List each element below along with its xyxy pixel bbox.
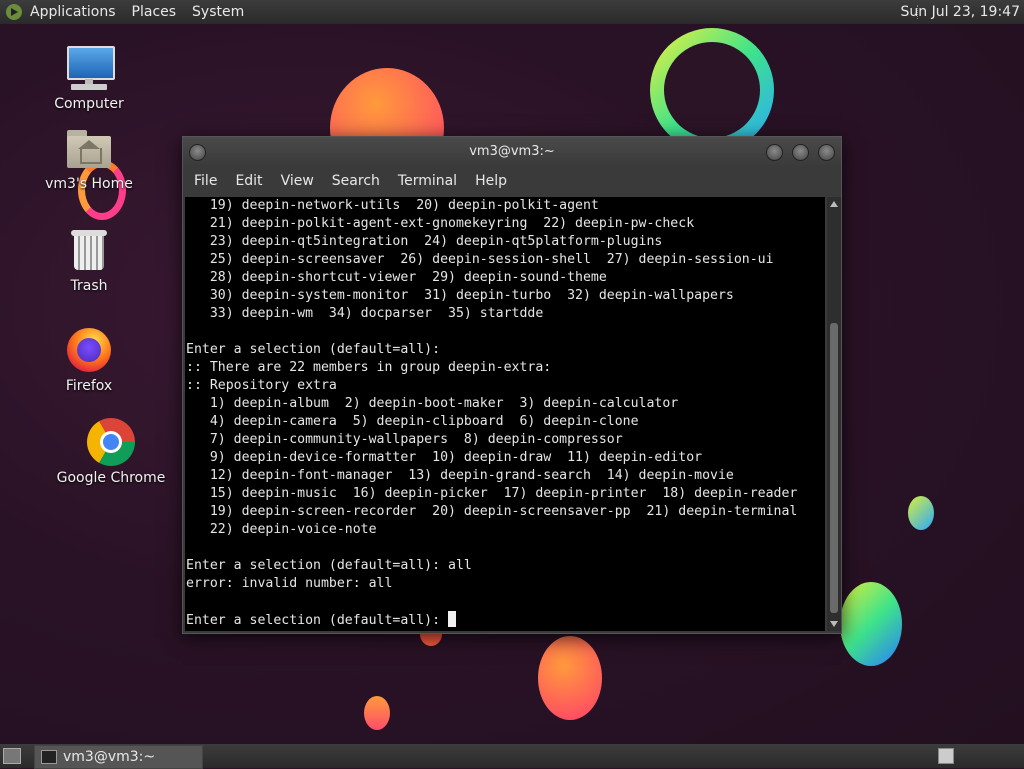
terminal-line: 1) deepin-album 2) deepin-boot-maker 3) … (186, 396, 679, 411)
wallpaper-small-blob-1 (908, 496, 934, 530)
terminal-line: 4) deepin-camera 5) deepin-clipboard 6) … (186, 414, 639, 429)
menu-edit[interactable]: Edit (226, 173, 271, 189)
terminal-line: 19) deepin-screen-recorder 20) deepin-sc… (186, 504, 798, 519)
desktop-icon-label: Computer (54, 96, 124, 112)
terminal-line: 21) deepin-polkit-agent-ext-gnomekeyring… (186, 216, 695, 231)
maximize-icon[interactable] (792, 144, 809, 161)
minimize-icon[interactable] (766, 144, 783, 161)
computer-icon (65, 44, 115, 92)
workspace-switcher[interactable] (938, 748, 954, 764)
terminal-line: 28) deepin-shortcut-viewer 29) deepin-so… (186, 270, 607, 285)
wallpaper-small-blob-2 (364, 696, 390, 730)
desktop-icon-label: vm3's Home (45, 176, 133, 192)
desktop-icon-label: Google Chrome (56, 470, 166, 486)
terminal-line: :: There are 22 members in group deepin-… (186, 360, 552, 375)
terminal-line: 7) deepin-community-wallpapers 8) deepin… (186, 432, 623, 447)
menu-view[interactable]: View (272, 173, 323, 189)
clock[interactable]: Sun Jul 23, 19:47 (901, 0, 1021, 24)
terminal-line: error: invalid number: all (186, 576, 393, 591)
terminal-line: 12) deepin-font-manager 13) deepin-grand… (186, 468, 734, 483)
terminal-line: 25) deepin-screensaver 26) deepin-sessio… (186, 252, 774, 267)
terminal-line: :: Repository extra (186, 378, 337, 393)
show-desktop-icon[interactable] (3, 748, 21, 764)
terminal-line: Enter a selection (default=all): (186, 342, 441, 357)
terminal-prompt-line[interactable]: Enter a selection (default=all): (185, 611, 825, 630)
window-titlebar[interactable]: vm3@vm3:~ (183, 137, 841, 167)
terminal-menubar: File Edit View Search Terminal Help (183, 167, 841, 195)
menu-file[interactable]: File (185, 173, 226, 189)
menu-help[interactable]: Help (466, 173, 516, 189)
terminal-scrollbar[interactable] (827, 197, 841, 631)
terminal-line: 23) deepin-qt5integration 24) deepin-qt5… (186, 234, 663, 249)
desktop-icon-chrome[interactable]: Google Chrome (56, 418, 166, 486)
desktop-icon-label: Trash (70, 278, 108, 294)
menu-search[interactable]: Search (323, 173, 389, 189)
desktop-icon-computer[interactable]: Computer (34, 44, 144, 112)
distro-logo-icon[interactable] (6, 4, 22, 20)
scroll-up-icon[interactable] (830, 201, 838, 207)
home-folder-icon (65, 128, 113, 172)
wallpaper-blue-blob (840, 582, 902, 666)
wallpaper-rainbow-ring (650, 28, 774, 152)
desktop-icon-home[interactable]: vm3's Home (34, 128, 144, 192)
places-menu[interactable]: Places (124, 0, 185, 24)
bottom-panel: vm3@vm3:~ (0, 744, 1024, 769)
scroll-down-icon[interactable] (830, 621, 838, 627)
top-panel: Applications Places System Sun Jul 23, 1… (0, 0, 1024, 24)
applications-menu[interactable]: Applications (22, 0, 124, 24)
window-title: vm3@vm3:~ (469, 144, 555, 159)
wallpaper-bottom-blob (538, 636, 602, 720)
close-icon[interactable] (818, 144, 835, 161)
terminal-prompt: Enter a selection (default=all): (186, 613, 449, 628)
terminal-lines: 19) deepin-network-utils 20) deepin-polk… (185, 197, 825, 611)
terminal-cursor (448, 611, 457, 627)
terminal-line: 30) deepin-system-monitor 31) deepin-tur… (186, 288, 734, 303)
desktop-icon-label: Firefox (65, 378, 113, 394)
terminal-line: 33) deepin-wm 34) docparser 35) startdde (186, 306, 544, 321)
terminal-line: 19) deepin-network-utils 20) deepin-polk… (186, 198, 599, 213)
scrollbar-thumb[interactable] (830, 323, 838, 613)
taskbar-button-label: vm3@vm3:~ (63, 749, 156, 765)
terminal-line: 9) deepin-device-formatter 10) deepin-dr… (186, 450, 703, 465)
terminal-line: 22) deepin-voice-note (186, 522, 377, 537)
terminal-icon (41, 750, 57, 764)
taskbar-button-terminal[interactable]: vm3@vm3:~ (34, 745, 203, 769)
chrome-icon (87, 418, 135, 466)
terminal-line: 15) deepin-music 16) deepin-picker 17) d… (186, 486, 798, 501)
firefox-icon (65, 326, 113, 374)
terminal-line: Enter a selection (default=all): all (186, 558, 472, 573)
trash-icon (69, 228, 109, 274)
desktop-icon-firefox[interactable]: Firefox (34, 326, 144, 394)
desktop-icon-trash[interactable]: Trash (34, 228, 144, 294)
terminal-output[interactable]: 19) deepin-network-utils 20) deepin-polk… (185, 197, 825, 631)
terminal-window[interactable]: vm3@vm3:~ File Edit View Search Terminal… (182, 136, 842, 634)
system-menu[interactable]: System (184, 0, 252, 24)
window-menu-icon[interactable] (189, 144, 206, 161)
menu-terminal[interactable]: Terminal (389, 173, 466, 189)
